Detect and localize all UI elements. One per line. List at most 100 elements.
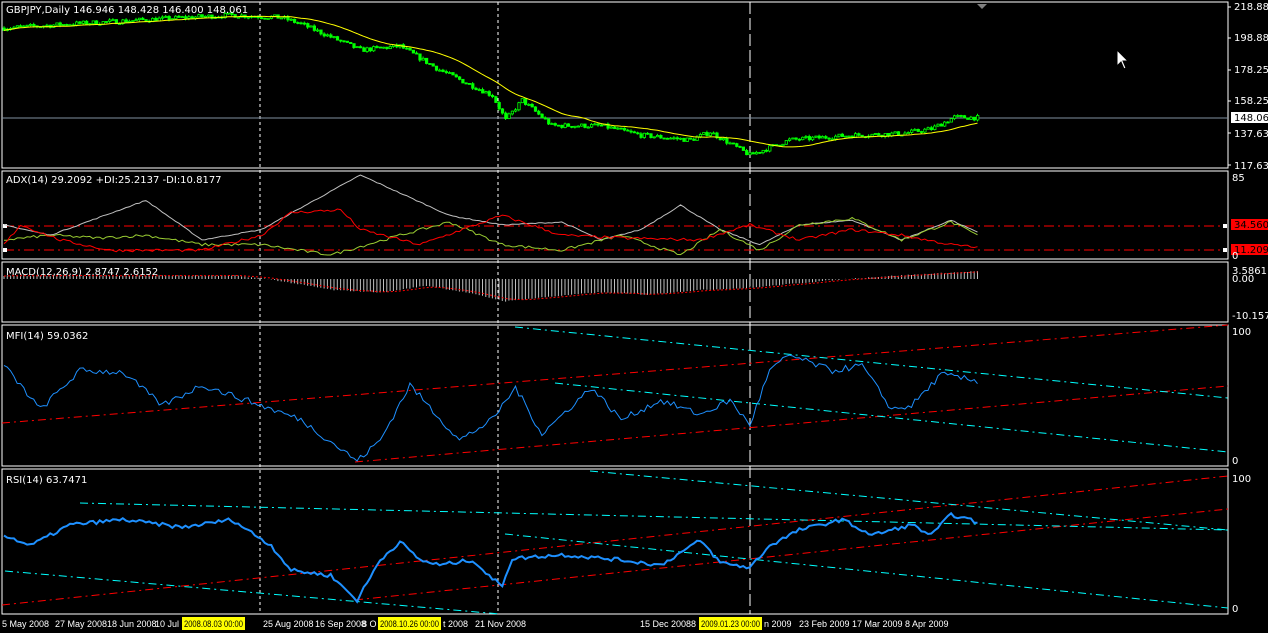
candle-body bbox=[675, 137, 680, 140]
time-label: 25 Aug 2008 bbox=[263, 619, 314, 629]
candle-body bbox=[590, 124, 594, 128]
candle-body bbox=[418, 53, 422, 61]
candle-body bbox=[708, 132, 713, 136]
mfi-pane[interactable] bbox=[1, 324, 1229, 467]
trendline-cyan[interactable] bbox=[4, 570, 501, 615]
price-axis[interactable]: 218.880 198.880 178.255 158.255 137.630 … bbox=[1228, 2, 1268, 172]
candle-body bbox=[563, 123, 567, 128]
candle-body bbox=[613, 126, 617, 130]
candle-body bbox=[448, 72, 452, 74]
trading-chart[interactable]: GBPJPY,Daily 146.946 148.428 146.400 148… bbox=[0, 0, 1268, 633]
time-label: 8 Apr 2009 bbox=[905, 619, 949, 629]
level-handle[interactable] bbox=[1223, 248, 1227, 252]
candle-body bbox=[580, 123, 584, 127]
rsi-line bbox=[3, 511, 978, 604]
level-handle[interactable] bbox=[1223, 224, 1227, 228]
candle-body bbox=[649, 133, 653, 138]
candle-body bbox=[791, 137, 795, 140]
candle-body bbox=[692, 138, 696, 141]
time-axis[interactable]: 5 May 2008 27 May 2008 18 Jun 2008 10 Ju… bbox=[2, 617, 949, 630]
candle-body bbox=[755, 151, 759, 155]
candle-body bbox=[454, 74, 458, 78]
time-label: n 2009 bbox=[764, 619, 792, 629]
candle-body bbox=[365, 47, 369, 52]
time-label: 8 O bbox=[362, 619, 377, 629]
trendline-cyan[interactable] bbox=[554, 382, 1229, 453]
candle-body bbox=[514, 109, 518, 112]
candle-body bbox=[959, 115, 963, 117]
candle-body bbox=[814, 135, 818, 138]
candle-body bbox=[160, 16, 165, 19]
candle-body bbox=[164, 16, 168, 18]
candle-body bbox=[576, 125, 581, 128]
candle-body bbox=[682, 137, 686, 142]
candle-body bbox=[642, 132, 647, 138]
trendline-cyan[interactable] bbox=[589, 470, 1229, 531]
price-tick: 158.255 bbox=[1234, 96, 1268, 107]
candle-body bbox=[626, 129, 630, 132]
trendline-red[interactable] bbox=[1, 475, 1229, 606]
price-tick: 117.630 bbox=[1234, 161, 1268, 172]
candle-body bbox=[702, 132, 706, 135]
candle-body bbox=[923, 128, 927, 133]
candle-body bbox=[494, 96, 498, 103]
candle-body bbox=[758, 151, 762, 154]
candle-body bbox=[78, 21, 82, 24]
candle-body bbox=[616, 127, 620, 130]
candle-body bbox=[870, 133, 874, 137]
level-handle[interactable] bbox=[3, 248, 7, 252]
candle-body bbox=[735, 143, 739, 147]
candle-body bbox=[893, 131, 897, 134]
adx-title: ADX(14) 29.2092 +DI:25.2137 -DI:10.8177 bbox=[6, 175, 222, 186]
trendline-red[interactable] bbox=[1, 324, 1229, 424]
candle-body bbox=[28, 24, 33, 26]
candle-body bbox=[378, 46, 383, 49]
candle-body bbox=[345, 40, 350, 43]
main-pane[interactable] bbox=[1, 1, 1229, 169]
candle-body bbox=[316, 29, 320, 32]
trendline-cyan[interactable] bbox=[514, 326, 1229, 399]
chart-shift-marker-icon[interactable] bbox=[977, 4, 987, 9]
trendline-cyan[interactable] bbox=[504, 533, 1229, 609]
candle-body bbox=[411, 49, 416, 54]
candle-body bbox=[860, 134, 864, 138]
candle-body bbox=[524, 98, 528, 105]
candle-body bbox=[788, 138, 792, 141]
candle-body bbox=[104, 21, 109, 23]
candle-body bbox=[738, 146, 742, 148]
candle-body bbox=[484, 91, 488, 94]
candle-body bbox=[646, 132, 650, 135]
macd-tick: 0.00 bbox=[1232, 274, 1254, 285]
macd-title: MACD(12,26,9) 2.8747 2.6152 bbox=[6, 267, 158, 278]
candle-body bbox=[794, 137, 798, 140]
time-label: 21 Nov 2008 bbox=[475, 619, 526, 629]
candle-body bbox=[266, 18, 270, 20]
rsi-trendlines[interactable] bbox=[1, 470, 1229, 615]
candle-body bbox=[725, 138, 729, 144]
adx-min-label: 0 bbox=[1232, 251, 1238, 262]
candle-body bbox=[560, 124, 564, 128]
candle-body bbox=[857, 133, 861, 136]
candle-body bbox=[553, 123, 557, 126]
candle-body bbox=[362, 47, 366, 52]
macd-axis: 3.5861 0.00 -10.1572 bbox=[1232, 266, 1268, 322]
trendline-cyan[interactable] bbox=[79, 502, 1229, 531]
candle-body bbox=[58, 22, 62, 26]
time-label: 10 Jul bbox=[155, 619, 179, 629]
candle-body bbox=[471, 83, 475, 89]
candle-body bbox=[477, 89, 482, 91]
candle-body bbox=[550, 123, 554, 125]
candle-body bbox=[434, 65, 439, 71]
candle-body bbox=[329, 34, 333, 38]
candle-body bbox=[540, 113, 544, 119]
candle-body bbox=[761, 149, 765, 154]
candle-body bbox=[639, 133, 643, 138]
candle-body bbox=[916, 128, 920, 132]
rsi-pane[interactable] bbox=[1, 468, 1229, 615]
adx-level-low-label: 11.209 bbox=[1234, 245, 1268, 256]
candle-body bbox=[685, 137, 689, 142]
candle-body bbox=[573, 125, 577, 128]
candle-body bbox=[619, 127, 623, 130]
candle-body bbox=[500, 108, 505, 114]
candle-body bbox=[332, 36, 336, 38]
